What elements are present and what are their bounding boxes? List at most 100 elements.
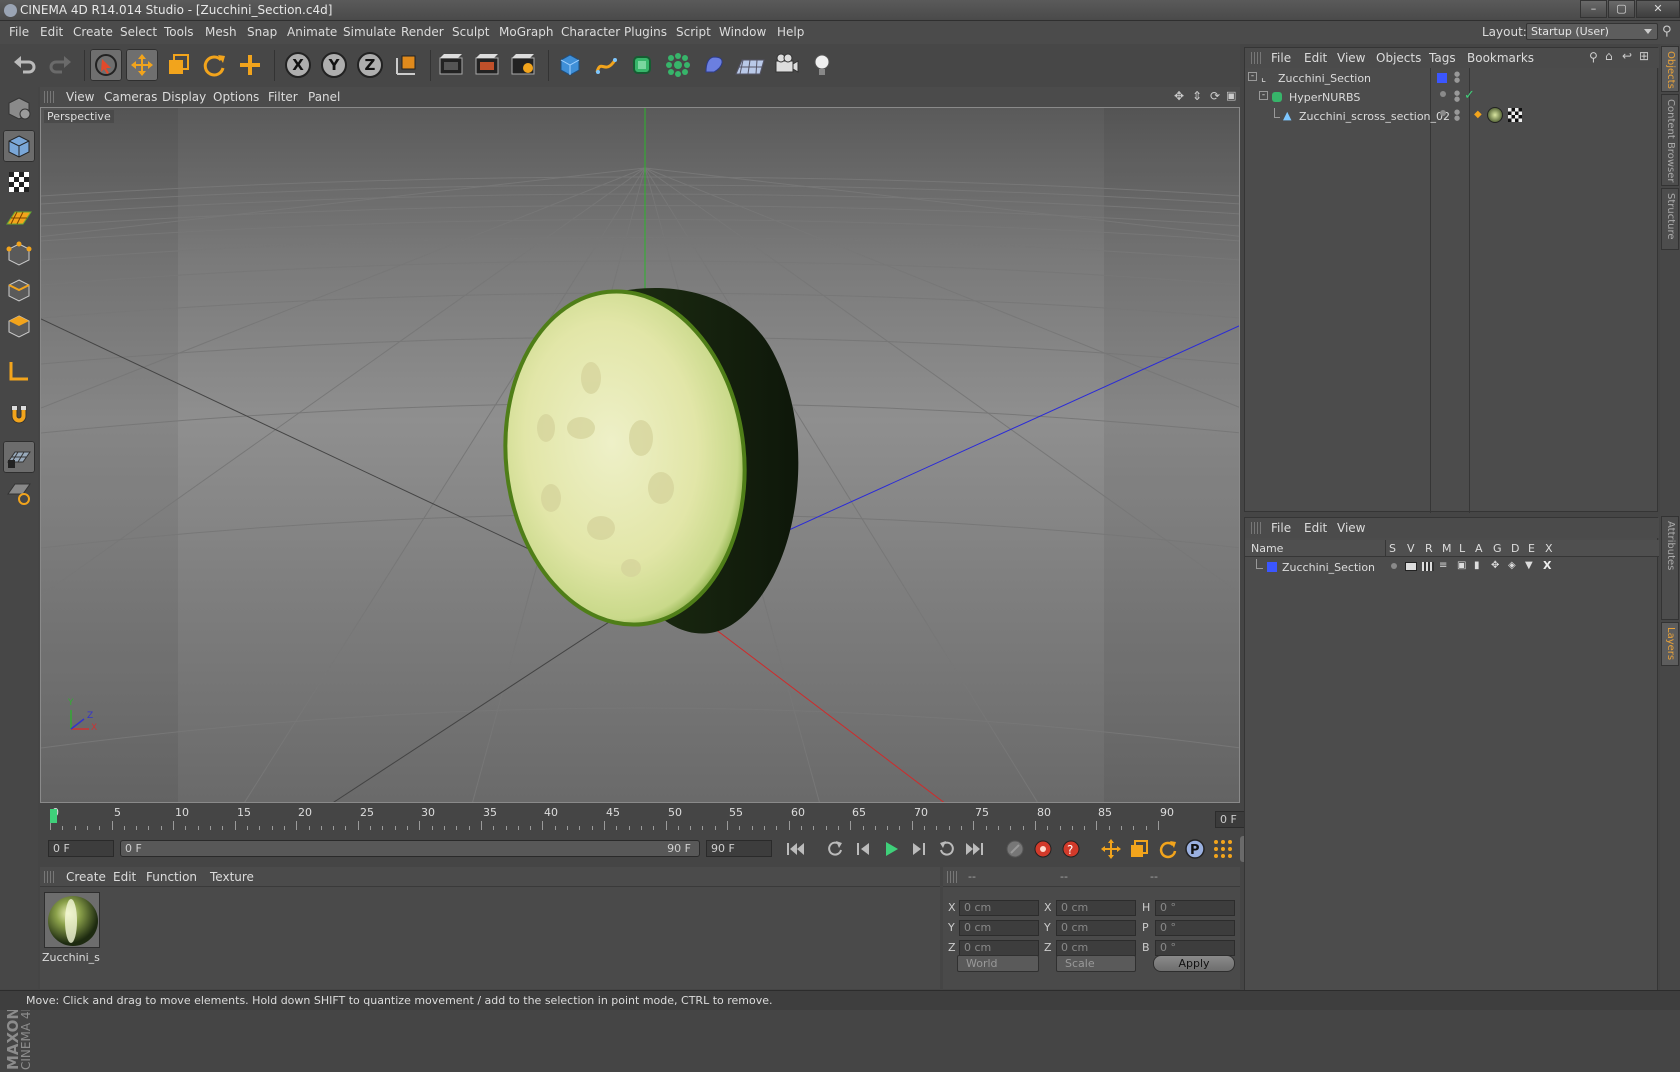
pos-x-field[interactable]: 0 cm xyxy=(959,900,1039,916)
material-thumbnail[interactable] xyxy=(44,892,100,948)
cube-icon[interactable] xyxy=(554,49,586,81)
live-selection-icon[interactable] xyxy=(90,49,122,81)
panel-grip[interactable] xyxy=(44,871,54,883)
menu-script[interactable]: Script xyxy=(676,25,711,39)
move-icon[interactable] xyxy=(126,49,158,81)
editor-visibility-dot[interactable] xyxy=(1440,91,1446,97)
visibility-dots-icon[interactable]: ● ● xyxy=(1454,109,1460,122)
menu-sculpt[interactable]: Sculpt xyxy=(452,25,489,39)
pos-y-field[interactable]: 0 cm xyxy=(959,920,1039,936)
maximize-button[interactable]: ▢ xyxy=(1608,0,1635,18)
panel-grip[interactable] xyxy=(1251,522,1261,534)
model-mode-icon[interactable] xyxy=(3,130,35,162)
object-name[interactable]: Zucchini_scross_section_02 xyxy=(1299,110,1450,123)
size-y-field[interactable]: 0 cm xyxy=(1056,920,1136,936)
layout-dropdown[interactable]: Startup (User) xyxy=(1526,23,1658,40)
object-row[interactable]: - ⌞ Zucchini_Section ● ● xyxy=(1245,69,1659,88)
points-mode-icon[interactable] xyxy=(3,238,35,270)
floor-icon[interactable] xyxy=(734,49,766,81)
uvw-tag-icon[interactable] xyxy=(1508,108,1522,122)
tab-layers[interactable]: Layers xyxy=(1661,622,1679,666)
end-frame-field[interactable]: 90 F xyxy=(706,840,772,857)
column-animation[interactable]: A xyxy=(1475,542,1483,555)
key-parameter-icon[interactable]: P xyxy=(1182,836,1208,862)
object-menu-tags[interactable]: Tags xyxy=(1429,51,1456,65)
coordinate-system-icon[interactable] xyxy=(390,49,422,81)
menu-create[interactable]: Create xyxy=(73,25,113,39)
minimize-button[interactable]: – xyxy=(1580,0,1607,18)
x-axis-lock-icon[interactable]: X xyxy=(282,49,314,81)
layer-row[interactable]: Zucchini_Section ≡ ▣ ▮ ✥ ◈ ▼ X xyxy=(1245,558,1659,577)
layer-name[interactable]: Zucchini_Section xyxy=(1282,561,1375,574)
menu-render[interactable]: Render xyxy=(401,25,444,39)
layer-deformers-icon[interactable]: ◈ xyxy=(1508,560,1516,571)
menu-mograph[interactable]: MoGraph xyxy=(499,25,554,39)
layer-menu-view[interactable]: View xyxy=(1337,521,1365,535)
object-name[interactable]: HyperNURBS xyxy=(1289,91,1360,104)
menu-window[interactable]: Window xyxy=(719,25,766,39)
next-frame-icon[interactable] xyxy=(906,836,932,862)
snap-icon[interactable] xyxy=(3,441,35,473)
prev-frame-icon[interactable] xyxy=(850,836,876,862)
pos-z-field[interactable]: 0 cm xyxy=(959,940,1039,956)
search-icon[interactable]: ⚲ xyxy=(1589,50,1598,64)
enabled-check-icon[interactable]: ✓ xyxy=(1464,88,1475,103)
column-xref[interactable]: X xyxy=(1545,542,1553,555)
menu-simulate[interactable]: Simulate xyxy=(343,25,396,39)
perspective-viewport[interactable]: Perspective Y X Z xyxy=(40,107,1240,803)
navigate-back-icon[interactable]: ↩ xyxy=(1622,49,1632,63)
make-editable-icon[interactable] xyxy=(3,92,35,124)
object-menu-objects[interactable]: Objects xyxy=(1376,51,1421,65)
size-z-field[interactable]: 0 cm xyxy=(1056,940,1136,956)
menu-animate[interactable]: Animate xyxy=(287,25,337,39)
viewport-zoom-icon[interactable]: ⇕ xyxy=(1192,89,1202,103)
material-menu-create[interactable]: Create xyxy=(66,870,106,884)
coordinate-system-dropdown[interactable]: World xyxy=(957,955,1039,972)
camera-icon[interactable] xyxy=(770,49,802,81)
key-rotation-icon[interactable] xyxy=(1154,836,1180,862)
layer-manager-icon[interactable]: ≡ xyxy=(1439,560,1447,571)
light-icon[interactable] xyxy=(806,49,838,81)
column-expressions[interactable]: E xyxy=(1528,542,1535,555)
layer-menu-file[interactable]: File xyxy=(1271,521,1291,535)
panel-grip[interactable] xyxy=(947,871,957,883)
viewport-menu-display[interactable]: Display xyxy=(162,90,206,104)
record-disabled-icon[interactable] xyxy=(1002,836,1028,862)
tab-content-browser[interactable]: Content Browser xyxy=(1661,94,1679,186)
add-icon[interactable] xyxy=(234,49,266,81)
material-tag-icon[interactable] xyxy=(1487,107,1503,123)
layer-render-icon[interactable] xyxy=(1422,562,1434,571)
tab-structure[interactable]: Structure xyxy=(1661,188,1679,250)
nurbs-icon[interactable] xyxy=(626,49,658,81)
viewport-menu-cameras[interactable]: Cameras xyxy=(104,90,157,104)
menu-character[interactable]: Character xyxy=(561,25,620,39)
spline-pen-icon[interactable] xyxy=(590,49,622,81)
object-menu-view[interactable]: View xyxy=(1337,51,1365,65)
redo-icon[interactable] xyxy=(44,49,76,81)
column-render[interactable]: R xyxy=(1425,542,1433,555)
object-menu-edit[interactable]: Edit xyxy=(1304,51,1327,65)
material-menu-function[interactable]: Function xyxy=(146,870,197,884)
layer-color-swatch[interactable] xyxy=(1437,73,1447,83)
rot-h-field[interactable]: 0 ° xyxy=(1155,900,1235,916)
array-icon[interactable] xyxy=(662,49,694,81)
z-axis-lock-icon[interactable]: Z xyxy=(354,49,386,81)
menu-select[interactable]: Select xyxy=(120,25,157,39)
layer-animation-icon[interactable]: ▮ xyxy=(1474,560,1480,571)
column-name[interactable]: Name xyxy=(1251,542,1283,555)
layer-lock-icon[interactable]: ▣ xyxy=(1457,560,1466,571)
keyframe-selection-icon[interactable]: ? xyxy=(1058,836,1084,862)
home-icon[interactable]: ⌂ xyxy=(1605,49,1613,63)
material-name[interactable]: Zucchini_se xyxy=(42,951,100,964)
collapse-toggle-icon[interactable]: - xyxy=(1248,72,1257,81)
column-manager[interactable]: M xyxy=(1442,542,1452,555)
frame-ruler[interactable]: 051015202530354045505560657075808590 xyxy=(50,805,1174,832)
viewport-menu-options[interactable]: Options xyxy=(213,90,259,104)
rot-p-field[interactable]: 0 ° xyxy=(1155,920,1235,936)
next-key-icon[interactable] xyxy=(934,836,960,862)
viewport-menu-view[interactable]: View xyxy=(66,90,94,104)
playhead[interactable] xyxy=(50,809,57,823)
start-frame-field[interactable]: 0 F xyxy=(48,840,114,857)
tab-objects[interactable]: Objects xyxy=(1661,46,1679,92)
column-solo[interactable]: S xyxy=(1389,542,1396,555)
